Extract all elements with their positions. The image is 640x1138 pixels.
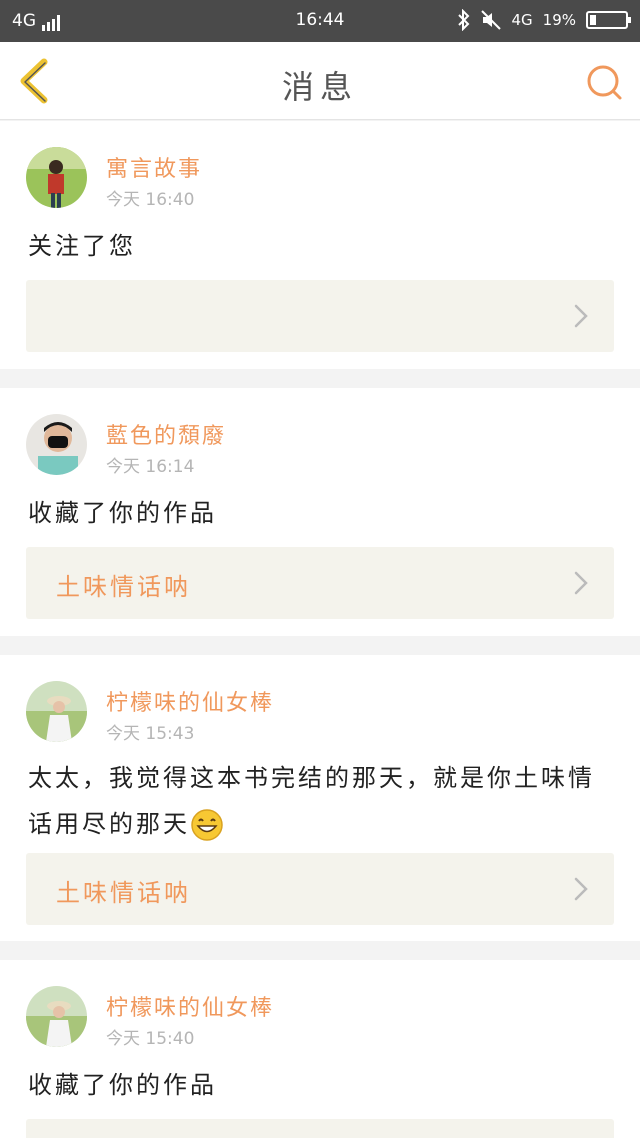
work-link[interactable]: 土味情话呐 [26,547,614,619]
message-text: 太太，我觉得这本书完结的那天，就是你土味情话用尽的那天 [28,755,606,847]
chevron-right-icon [574,877,588,901]
bluetooth-icon [458,9,470,31]
timestamp: 今天 15:40 [106,1029,195,1049]
work-link[interactable] [26,280,614,352]
battery-fill [590,15,596,25]
message-text: 关注了您 [28,232,136,260]
work-title: 土味情话呐 [56,879,191,907]
avatar[interactable] [26,147,87,208]
timestamp: 今天 16:40 [106,190,195,210]
work-title: 土味情话呐 [56,573,191,601]
username[interactable]: 藍色的頹廢 [106,418,226,450]
chevron-right-icon [574,304,588,328]
avatar[interactable] [26,986,87,1047]
message-item[interactable]: 柠檬味的仙女棒 今天 15:40 收藏了你的作品 [0,960,640,1138]
message-body: 太太，我觉得这本书完结的那天，就是你土味情话用尽的那天 [28,764,595,838]
avatar[interactable] [26,681,87,742]
username[interactable]: 柠檬味的仙女棒 [106,685,274,717]
message-text: 收藏了你的作品 [28,499,217,527]
message-text: 收藏了你的作品 [28,1071,217,1099]
battery-percent: 19% [542,11,576,29]
avatar[interactable] [26,414,87,475]
chevron-right-icon [574,571,588,595]
status-bar: 4G 16:44 4G 19% [0,0,640,42]
battery-icon [586,11,631,29]
message-item[interactable]: 藍色的頹廢 今天 16:14 收藏了你的作品 土味情话呐 [0,388,640,636]
timestamp: 今天 15:43 [106,724,195,744]
status-icons: 4G 19% [457,9,631,31]
work-link[interactable]: 土味情话呐 [26,853,614,925]
timestamp: 今天 16:14 [106,457,195,477]
search-icon[interactable] [584,62,624,102]
grinning-face-icon [191,809,223,841]
page-title: 消息 [281,68,358,106]
mute-icon [481,10,502,30]
username[interactable]: 柠檬味的仙女棒 [106,990,274,1022]
message-item[interactable]: 柠檬味的仙女棒 今天 15:43 太太，我觉得这本书完结的那天，就是你土味情话用… [0,655,640,941]
network-label-2: 4G [511,11,533,29]
work-link[interactable] [26,1119,614,1138]
username[interactable]: 寓言故事 [106,151,202,183]
navigation-bar: 消息 [0,42,640,120]
message-item[interactable]: 寓言故事 今天 16:40 关注了您 [0,121,640,369]
